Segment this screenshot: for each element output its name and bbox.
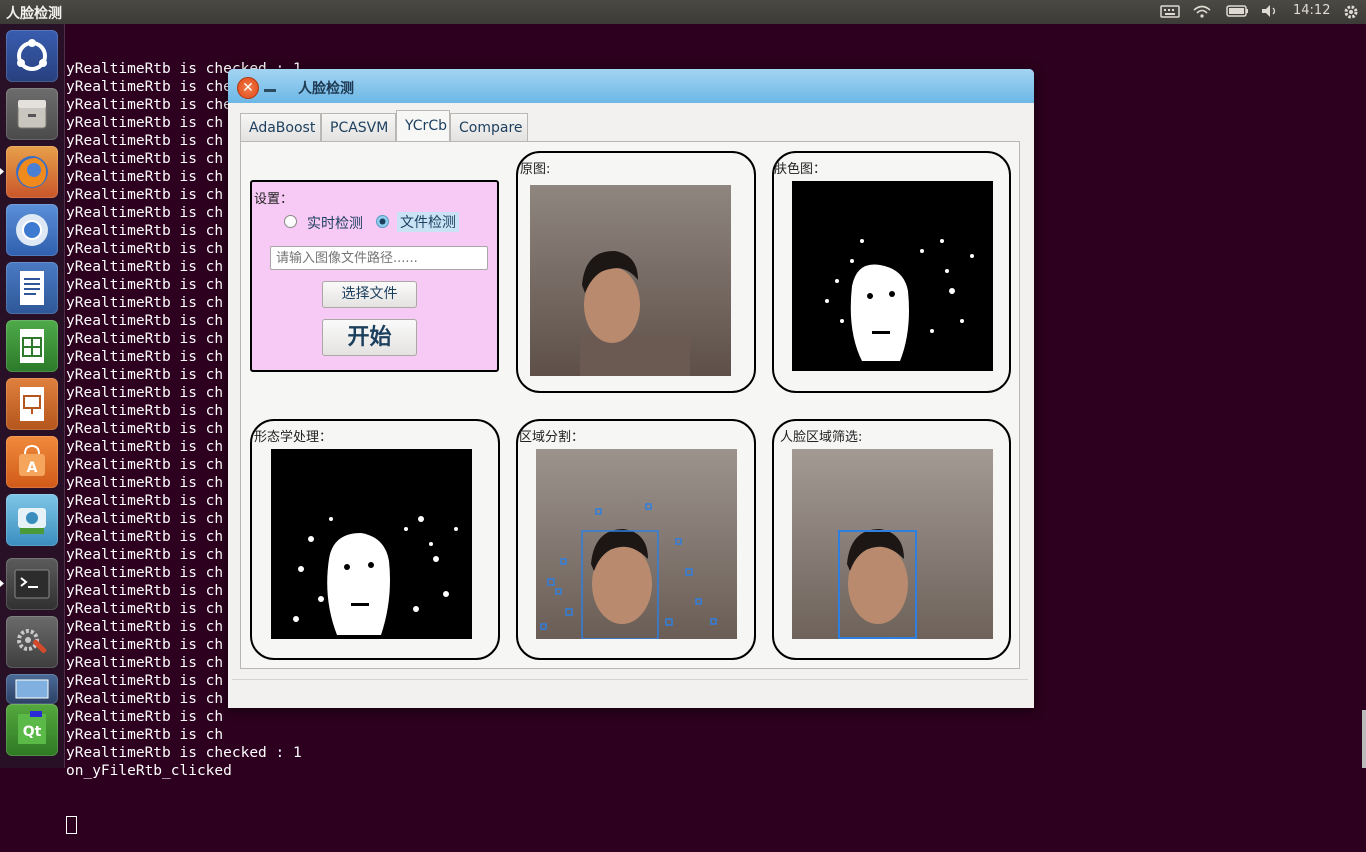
terminal-line: yRealtimeRtb is ch <box>66 727 224 743</box>
tab-compare[interactable]: Compare <box>450 113 528 141</box>
choose-file-button[interactable]: 选择文件 <box>322 281 417 308</box>
volume-icon[interactable] <box>1260 3 1280 19</box>
tab-ycrcb[interactable]: YCrCb <box>396 110 450 142</box>
start-button[interactable]: 开始 <box>322 319 417 356</box>
clock[interactable]: 14:12 <box>1293 3 1330 18</box>
file-radio[interactable] <box>376 215 389 228</box>
face-filter-title: 人脸区域筛选: <box>780 430 863 445</box>
close-icon[interactable]: ✕ <box>237 77 259 99</box>
impress-icon[interactable] <box>6 378 58 430</box>
terminal-cursor <box>66 816 77 834</box>
settings-title: 设置： <box>254 192 294 207</box>
original-image <box>530 185 731 376</box>
terminal-icon[interactable] <box>0 558 58 610</box>
wifi-icon[interactable] <box>1192 3 1212 19</box>
qt-creator-icon[interactable]: Qt <box>6 704 58 756</box>
launcher: A Qt <box>0 24 65 768</box>
gear-icon[interactable] <box>1342 3 1360 21</box>
chromium-icon[interactable] <box>6 204 58 256</box>
face-detection-window: ✕ 人脸检测 AdaBoost PCASVM YCrCb Compare 设置：… <box>228 69 1034 708</box>
morph-image-title: 形态学处理： <box>254 430 333 445</box>
terminal-line: yRealtimeRtb is ch <box>66 709 224 725</box>
svg-text:Qt: Qt <box>23 724 42 740</box>
skin-image-title: 肤色图： <box>774 162 827 177</box>
active-window-title: 人脸检测 <box>6 6 62 22</box>
terminal-line: on_yFileRtb_clicked <box>66 763 232 779</box>
keyboard-icon[interactable] <box>1160 3 1180 19</box>
status-bar <box>232 679 1028 702</box>
files-icon[interactable] <box>6 88 58 140</box>
face-filter-image <box>792 449 993 639</box>
window-titlebar[interactable]: ✕ 人脸检测 <box>228 69 1034 103</box>
writer-icon[interactable] <box>6 262 58 314</box>
realtime-radio-label[interactable]: 实时检测 <box>307 213 363 233</box>
tab-adaboost[interactable]: AdaBoost <box>240 113 321 141</box>
morph-image <box>271 449 472 639</box>
region-image <box>536 449 737 639</box>
window-title: 人脸检测 <box>298 81 354 97</box>
top-panel: 人脸检测 14:12 <box>0 0 1366 24</box>
region-image-title: 区域分割： <box>519 430 585 445</box>
settings-groupbox: 设置： 实时检测 文件检测 选择文件 开始 <box>250 180 499 372</box>
svg-text:A: A <box>27 460 38 476</box>
remmina-icon[interactable] <box>6 494 58 546</box>
battery-icon[interactable] <box>1226 3 1250 19</box>
realtime-radio[interactable] <box>284 215 297 228</box>
original-image-title: 原图: <box>520 162 551 177</box>
firefox-icon[interactable] <box>0 146 58 198</box>
skin-image <box>792 181 993 371</box>
terminal-line: yRealtimeRtb is checked : 1 <box>66 745 302 761</box>
ubuntu-dash-icon[interactable] <box>6 30 58 82</box>
software-center-icon[interactable]: A <box>6 436 58 488</box>
system-settings-icon[interactable] <box>6 616 58 668</box>
file-path-input[interactable] <box>270 246 488 270</box>
workspaces-icon[interactable] <box>6 674 58 704</box>
tab-pcasvm[interactable]: PCASVM <box>321 113 396 141</box>
terminal-edge <box>1362 710 1366 768</box>
calc-icon[interactable] <box>6 320 58 372</box>
minimize-icon[interactable] <box>264 89 276 92</box>
file-radio-label[interactable]: 文件检测 <box>397 212 459 232</box>
